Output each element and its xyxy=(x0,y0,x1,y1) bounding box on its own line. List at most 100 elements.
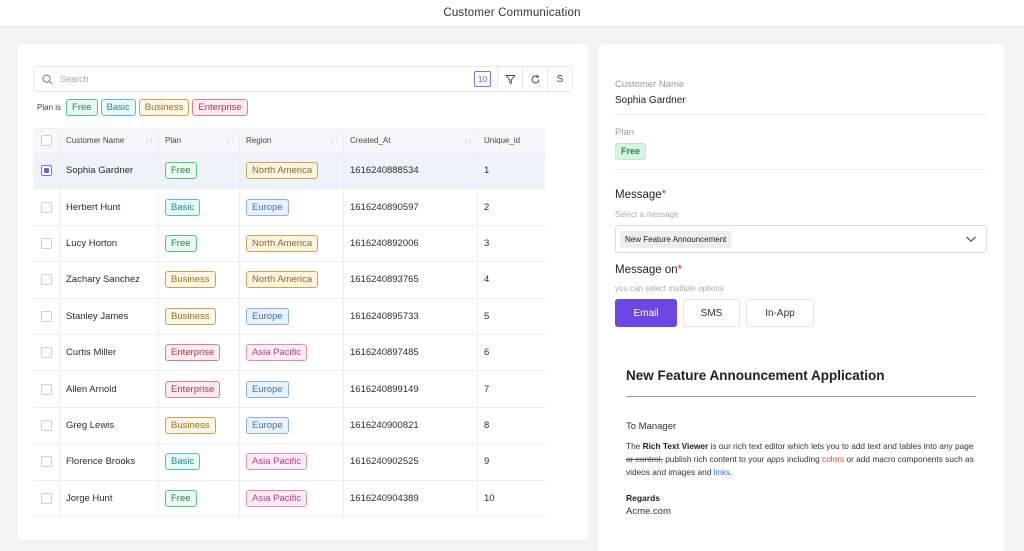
customer-name-cell: Florence Brooks xyxy=(60,444,159,480)
customer-name-cell: Herbert Hunt xyxy=(60,189,159,225)
row-checkbox[interactable] xyxy=(40,419,52,431)
selected-message-chip: New Feature Announcement xyxy=(620,230,732,248)
body-italic-text: apps xyxy=(766,454,785,464)
table-row[interactable]: Jorge Hunt Free Asia Pacific 1616240904389 1… xyxy=(33,480,545,517)
table-row[interactable]: Lucy Horton Free North America 161624089200… xyxy=(33,225,545,263)
checkbox-cell xyxy=(33,480,60,516)
created-at-cell: 1616240904389 xyxy=(344,480,478,516)
filter-label: Plan is xyxy=(37,103,62,112)
table-row[interactable]: Florence Brooks Basic Asia Pacific 16162409… xyxy=(33,444,545,481)
customer-name-cell: Sophia Gardner xyxy=(60,153,159,189)
body-text: The xyxy=(626,441,643,451)
channel-email-button[interactable]: Email xyxy=(615,299,677,327)
filter-chip-basic[interactable]: Basic xyxy=(100,99,136,116)
customer-table: Customer Name ↓↑ Plan ↓↑ Region ↓↑ Created_… xyxy=(33,128,545,517)
filter-chip-enterprise[interactable]: Enterprise xyxy=(192,99,248,116)
row-checkbox[interactable] xyxy=(40,383,52,395)
customer-name-cell: Greg Lewis xyxy=(60,407,159,444)
table-header: Customer Name ↓↑ Plan ↓↑ Region ↓↑ Created_… xyxy=(33,128,545,153)
message-label-text: Message xyxy=(615,189,662,201)
column-header-label: Created_At xyxy=(350,136,391,145)
refresh-button[interactable] xyxy=(522,66,547,92)
required-marker: * xyxy=(661,189,667,201)
column-header-label: Region xyxy=(246,136,272,145)
message-select[interactable]: New Feature Announcement xyxy=(615,225,987,253)
region-tag: North America xyxy=(246,271,319,289)
table-row[interactable]: Herbert Hunt Basic Europe 1616240890597 2 xyxy=(33,189,545,226)
column-header-created-at[interactable]: Created_At ↓↑ xyxy=(344,129,478,152)
customer-name-cell: Curtis Miller xyxy=(60,334,159,371)
channel-sms-button[interactable]: SMS xyxy=(683,299,740,327)
table-row[interactable]: Stanley James Business Europe 1616240895733… xyxy=(33,298,545,335)
column-header-plan[interactable]: Plan ↓↑ xyxy=(159,129,240,152)
region-tag: Europe xyxy=(246,416,289,434)
search-bar: 10 S xyxy=(33,66,573,92)
region-tag: Asia Pacific xyxy=(246,453,308,471)
message-detail-card: Customer Name Sophia Gardner Plan Free M… xyxy=(598,44,1004,551)
s-button[interactable]: S xyxy=(547,66,572,92)
checkbox-cell xyxy=(33,444,60,480)
checkbox-cell xyxy=(33,153,60,189)
filter-chip-free[interactable]: Free xyxy=(66,99,98,116)
region-cell: Asia Pacific xyxy=(240,444,344,480)
body-link[interactable]: links xyxy=(714,467,731,477)
filter-button[interactable] xyxy=(497,66,522,92)
document-company: Acme.com xyxy=(626,506,671,517)
unique-id-cell: 5 xyxy=(484,310,490,322)
channel-in-app-button[interactable]: In-App xyxy=(746,299,814,327)
message-on-label-text: Message on xyxy=(615,264,678,276)
sort-icon: ↓↑ xyxy=(464,136,472,145)
region-cell: Europe xyxy=(240,371,344,407)
plan-tag: Free xyxy=(165,489,197,507)
row-checkbox[interactable] xyxy=(40,237,52,249)
row-checkbox[interactable] xyxy=(40,456,52,468)
table-row[interactable]: Curtis Miller Enterprise Asia Pacific 16162… xyxy=(33,334,545,372)
column-header-customer-name[interactable]: Customer Name ↓↑ xyxy=(60,129,159,152)
document-recipient: To Manager xyxy=(626,421,677,432)
region-tag: Europe xyxy=(246,380,289,398)
row-checkbox[interactable] xyxy=(40,310,52,322)
divider xyxy=(615,169,987,170)
checkbox-cell xyxy=(33,225,60,262)
row-checkbox[interactable] xyxy=(40,201,52,213)
plan-tag: Business xyxy=(165,271,216,289)
table-row[interactable]: Sophia Gardner Free North America 161624088… xyxy=(33,153,545,190)
plan-cell: Business xyxy=(159,298,240,334)
plan-cell: Enterprise xyxy=(159,371,240,407)
row-checkbox[interactable] xyxy=(40,347,52,359)
customer-name-label: Customer Name xyxy=(615,79,685,90)
table-row[interactable]: Zachary Sanchez Business North America 1616… xyxy=(33,262,545,299)
filter-chip-business[interactable]: Business xyxy=(138,99,190,116)
customer-table-card: 10 S Plan is Free Basic Business Enterpr… xyxy=(18,44,588,540)
table-row[interactable]: Greg Lewis Business Europe 1616240900821 8 xyxy=(33,407,545,445)
row-checkbox[interactable] xyxy=(40,165,52,177)
select-all-checkbox[interactable] xyxy=(40,135,52,146)
column-header-region[interactable]: Region ↓↑ xyxy=(240,129,344,152)
table-row[interactable]: Allen Arnold Enterprise Europe 161624089914… xyxy=(33,371,545,408)
plan-tag: Basic xyxy=(165,453,201,471)
plan-cell: Business xyxy=(159,262,240,298)
plan-badge: Free xyxy=(615,143,647,160)
customer-name-cell: Lucy Horton xyxy=(60,225,159,262)
unique-id-cell: 9 xyxy=(484,456,490,468)
document-regards: Regards xyxy=(626,493,661,503)
created-at-cell: 1616240897485 xyxy=(344,334,478,371)
region-cell: North America xyxy=(240,225,344,262)
plan-cell: Basic xyxy=(159,444,240,480)
unique-id-cell: 2 xyxy=(484,201,490,213)
created-at-cell: 1616240890597 xyxy=(344,189,478,225)
document-divider xyxy=(626,396,976,397)
refresh-icon xyxy=(531,74,539,83)
region-tag: Asia Pacific xyxy=(246,489,308,507)
plan-cell: Free xyxy=(159,153,240,189)
row-checkbox[interactable] xyxy=(40,492,52,504)
checkbox-cell xyxy=(33,189,60,225)
row-checkbox[interactable] xyxy=(40,274,52,286)
plan-cell: Basic xyxy=(159,189,240,225)
column-header-unique-id[interactable]: Unique_id xyxy=(478,129,545,152)
sort-icon: ↓↑ xyxy=(330,136,338,145)
table-body: Sophia Gardner Free North America 161624088… xyxy=(33,153,545,517)
plan-tag: Enterprise xyxy=(165,380,221,398)
plan-cell: Enterprise xyxy=(159,334,240,371)
search-input[interactable] xyxy=(60,74,474,84)
